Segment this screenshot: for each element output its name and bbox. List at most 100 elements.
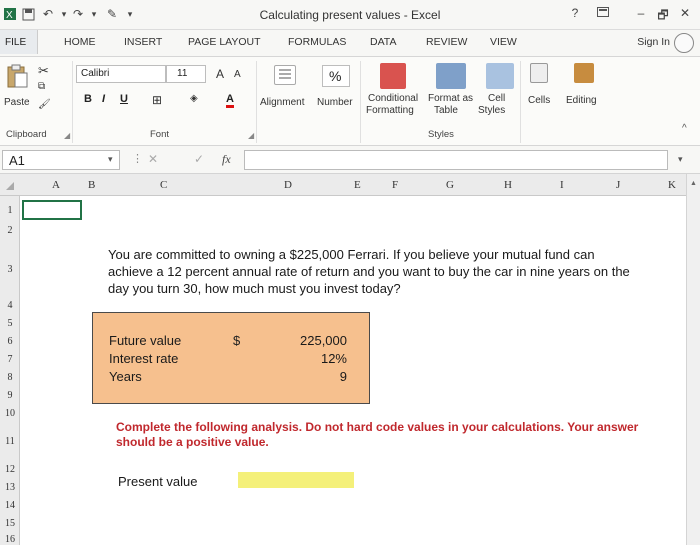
italic-button[interactable]: I	[102, 93, 105, 105]
tab-page-layout[interactable]: PAGE LAYOUT	[188, 36, 261, 48]
format-as-table-label[interactable]: Format as	[428, 93, 473, 104]
select-all-icon[interactable]	[6, 182, 14, 190]
column-header-g[interactable]: G	[446, 179, 454, 191]
formula-bar-options-icon[interactable]: ⋮	[132, 152, 143, 165]
help-button[interactable]: ?	[566, 6, 584, 20]
present-value-answer-cell[interactable]	[238, 472, 354, 488]
alignment-button[interactable]: Alignment	[260, 97, 304, 108]
instructions-text[interactable]: Complete the following analysis. Do not …	[116, 420, 656, 450]
years-label[interactable]: Years	[109, 369, 142, 384]
column-header-j[interactable]: J	[616, 179, 620, 191]
cells-button[interactable]: Cells	[528, 95, 550, 106]
column-header-i[interactable]: I	[560, 179, 564, 191]
cancel-icon[interactable]: ✕	[148, 152, 158, 166]
number-button[interactable]: Number	[317, 97, 353, 108]
paste-button[interactable]: Paste	[4, 97, 30, 108]
paste-icon[interactable]	[6, 63, 28, 89]
fill-color-icon[interactable]: ◈	[190, 93, 198, 104]
column-header-f[interactable]: F	[392, 179, 398, 191]
font-color-button[interactable]: A	[226, 93, 234, 108]
future-value-cell[interactable]: 225,000	[300, 333, 347, 348]
bold-button[interactable]: B	[84, 93, 92, 105]
column-header-a[interactable]: A	[52, 179, 60, 191]
tab-view[interactable]: VIEW	[490, 36, 517, 48]
scroll-up-icon[interactable]: ▲	[690, 180, 697, 187]
present-value-label[interactable]: Present value	[118, 474, 198, 489]
cells-icon[interactable]	[530, 63, 548, 83]
ribbon-display-button[interactable]	[594, 6, 612, 20]
expand-formula-bar-icon[interactable]: ▾	[678, 154, 683, 165]
number-format-icon[interactable]: %	[322, 65, 350, 87]
conditional-formatting-label[interactable]: Conditional	[368, 93, 418, 104]
tab-insert[interactable]: INSERT	[124, 36, 162, 48]
format-as-table-label-2[interactable]: Table	[434, 105, 458, 116]
row-header-4[interactable]: 4	[0, 300, 20, 311]
shrink-font-button[interactable]: A	[234, 69, 241, 80]
tab-formulas[interactable]: FORMULAS	[288, 36, 346, 48]
row-header-14[interactable]: 14	[0, 500, 20, 511]
cut-icon[interactable]: ✂	[38, 63, 49, 79]
row-header-12[interactable]: 12	[0, 464, 20, 475]
formula-input[interactable]	[244, 150, 668, 170]
column-header-e[interactable]: E	[354, 179, 361, 191]
underline-button[interactable]: U	[120, 93, 128, 105]
clipboard-launcher-icon[interactable]: ◢	[64, 131, 70, 140]
row-header-2[interactable]: 2	[0, 225, 20, 236]
tab-file[interactable]: FILE	[0, 30, 38, 54]
cell-styles-label[interactable]: Cell	[488, 93, 505, 104]
font-name-select[interactable]: Calibri	[76, 65, 166, 83]
grow-font-button[interactable]: A	[216, 67, 224, 81]
row-header-15[interactable]: 15	[0, 518, 20, 529]
minimize-button[interactable]: –	[632, 6, 650, 20]
copy-icon[interactable]: ⧉	[38, 81, 45, 92]
row-header-16[interactable]: 16	[0, 534, 20, 545]
format-as-table-icon[interactable]	[436, 63, 466, 89]
vertical-scrollbar[interactable]: ▲	[686, 174, 700, 545]
row-header-11[interactable]: 11	[0, 436, 20, 447]
row-header-6[interactable]: 6	[0, 336, 20, 347]
row-header-3[interactable]: 3	[0, 264, 20, 275]
interest-rate-label[interactable]: Interest rate	[109, 351, 178, 366]
problem-statement[interactable]: You are committed to owning a $225,000 F…	[108, 246, 638, 297]
tab-data[interactable]: DATA	[370, 36, 396, 48]
row-header-1[interactable]: 1	[0, 205, 20, 216]
column-header-k[interactable]: K	[668, 179, 676, 191]
font-size-select[interactable]: 11	[166, 65, 206, 83]
selected-cell-a1[interactable]	[22, 200, 82, 220]
cell-styles-icon[interactable]	[486, 63, 514, 89]
row-header-7[interactable]: 7	[0, 354, 20, 365]
input-values-box: $ Future value 225,000 Interest rate 12%…	[92, 312, 370, 404]
insert-function-icon[interactable]: fx	[222, 152, 231, 167]
font-launcher-icon[interactable]: ◢	[248, 131, 254, 140]
borders-icon[interactable]: ⊞	[152, 93, 162, 107]
column-header-d[interactable]: D	[284, 179, 292, 191]
column-header-c[interactable]: C	[160, 179, 167, 191]
row-header-10[interactable]: 10	[0, 408, 20, 419]
close-button[interactable]: ✕	[676, 6, 694, 20]
sign-in-link[interactable]: Sign In	[637, 36, 670, 48]
row-header-9[interactable]: 9	[0, 390, 20, 401]
tab-review[interactable]: REVIEW	[426, 36, 467, 48]
name-box-dropdown-icon[interactable]: ▾	[108, 154, 113, 165]
column-header-h[interactable]: H	[504, 179, 512, 191]
years-cell[interactable]: 9	[340, 369, 347, 384]
conditional-formatting-label-2[interactable]: Formatting	[366, 105, 414, 116]
conditional-formatting-icon[interactable]	[380, 63, 406, 89]
row-header-5[interactable]: 5	[0, 318, 20, 329]
column-header-b[interactable]: B	[88, 179, 95, 191]
cell-styles-label-2[interactable]: Styles	[478, 105, 505, 116]
collapse-ribbon-icon[interactable]: ^	[682, 123, 687, 134]
future-value-label[interactable]: Future value	[109, 333, 181, 348]
name-box[interactable]: A1	[2, 150, 120, 170]
editing-button[interactable]: Editing	[566, 95, 597, 106]
tab-home[interactable]: HOME	[64, 36, 96, 48]
editing-icon[interactable]	[574, 63, 594, 83]
alignment-icon[interactable]	[274, 65, 296, 85]
user-avatar-icon[interactable]	[674, 33, 694, 53]
row-header-8[interactable]: 8	[0, 372, 20, 383]
restore-button[interactable]: 🗗	[654, 6, 672, 27]
row-header-13[interactable]: 13	[0, 482, 20, 493]
format-painter-icon[interactable]: 🖌	[38, 99, 51, 110]
interest-rate-cell[interactable]: 12%	[321, 351, 347, 366]
enter-icon[interactable]: ✓	[194, 152, 204, 166]
